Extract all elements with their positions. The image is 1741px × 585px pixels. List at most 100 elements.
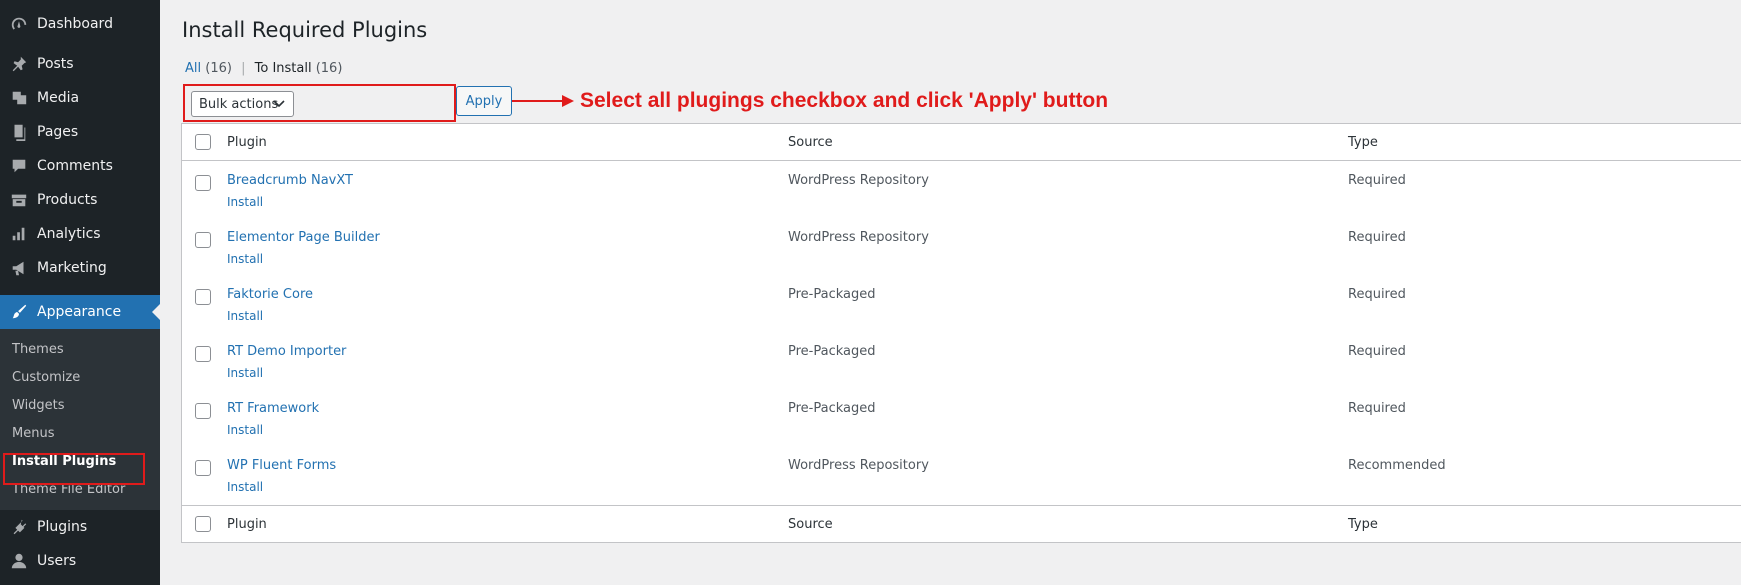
footer-source[interactable]: Source	[788, 517, 833, 532]
submenu-menus[interactable]: Menus	[0, 420, 160, 448]
plugin-icon	[9, 517, 29, 537]
menu-item-appearance[interactable]: Appearance	[0, 295, 160, 329]
menu-label: Appearance	[37, 304, 122, 320]
dashboard-icon	[9, 14, 29, 34]
filter-install-label: To Install	[254, 61, 312, 76]
bar-chart-icon	[9, 224, 29, 244]
plugin-source: WordPress Repository	[788, 230, 929, 245]
row-checkbox[interactable]	[195, 346, 211, 362]
plugins-table: Plugin Source Type Breadcrumb NavXT Inst…	[181, 123, 1741, 543]
plugin-name-link[interactable]: Faktorie Core	[227, 287, 313, 302]
pages-icon	[9, 122, 29, 142]
menu-item-marketing[interactable]: Marketing	[0, 251, 160, 285]
bulk-actions-value: Bulk actions	[199, 96, 279, 112]
submenu-widgets[interactable]: Widgets	[0, 392, 160, 420]
menu-item-analytics[interactable]: Analytics	[0, 217, 160, 251]
table-header: Plugin Source Type	[182, 124, 1741, 161]
header-plugin[interactable]: Plugin	[227, 135, 267, 150]
row-checkbox[interactable]	[195, 289, 211, 305]
table-body: Breadcrumb NavXT Install WordPress Repos…	[182, 161, 1741, 505]
plugin-name-link[interactable]: RT Framework	[227, 401, 319, 416]
submenu-install-plugins[interactable]: Install Plugins	[0, 448, 160, 476]
plugin-name-link[interactable]: Elementor Page Builder	[227, 230, 380, 245]
chevron-down-icon	[273, 100, 285, 108]
install-link[interactable]: Install	[227, 309, 263, 323]
plugin-source: WordPress Repository	[788, 173, 929, 188]
install-link[interactable]: Install	[227, 252, 263, 266]
megaphone-icon	[9, 258, 29, 278]
pin-icon	[9, 54, 29, 74]
user-icon	[9, 551, 29, 571]
table-row: Faktorie Core Install Pre-Packaged Requi…	[182, 277, 1741, 334]
table-row: RT Framework Install Pre-Packaged Requir…	[182, 391, 1741, 448]
select-all-checkbox-footer[interactable]	[195, 516, 211, 532]
footer-type[interactable]: Type	[1348, 517, 1378, 532]
install-link[interactable]: Install	[227, 195, 263, 209]
table-row: Breadcrumb NavXT Install WordPress Repos…	[182, 163, 1741, 220]
submenu-customize[interactable]: Customize	[0, 364, 160, 392]
menu-item-products[interactable]: Products	[0, 183, 160, 217]
menu-label: Posts	[37, 56, 74, 72]
bulk-actions-select[interactable]: Bulk actions	[191, 91, 294, 117]
menu-item-plugins[interactable]: Plugins	[0, 510, 160, 544]
filter-separator: |	[241, 61, 246, 76]
plugin-source: Pre-Packaged	[788, 287, 876, 302]
menu-item-comments[interactable]: Comments	[0, 149, 160, 183]
plugin-name-link[interactable]: Breadcrumb NavXT	[227, 173, 353, 188]
filter-all-link[interactable]: All	[185, 61, 201, 76]
row-checkbox[interactable]	[195, 232, 211, 248]
plugin-type: Required	[1348, 287, 1406, 302]
select-all-checkbox[interactable]	[195, 134, 211, 150]
menu-item-media[interactable]: Media	[0, 81, 160, 115]
plugin-source: WordPress Repository	[788, 458, 929, 473]
menu-label: Products	[37, 192, 98, 208]
annotation-instruction: Select all plugings checkbox and click '…	[580, 89, 1109, 112]
menu-label: Comments	[37, 158, 113, 174]
plugin-type: Required	[1348, 173, 1406, 188]
footer-plugin[interactable]: Plugin	[227, 517, 267, 532]
install-link[interactable]: Install	[227, 480, 263, 494]
menu-label: Dashboard	[37, 16, 113, 32]
menu-label: Users	[37, 553, 77, 569]
page-title: Install Required Plugins	[182, 18, 428, 42]
menu-label: Media	[37, 90, 80, 106]
menu-item-posts[interactable]: Posts	[0, 47, 160, 81]
menu-label: Marketing	[37, 260, 107, 276]
annotation-arrow-icon	[512, 95, 574, 107]
plugin-type: Required	[1348, 401, 1406, 416]
apply-button[interactable]: Apply	[456, 86, 512, 116]
table-row: RT Demo Importer Install Pre-Packaged Re…	[182, 334, 1741, 391]
header-source[interactable]: Source	[788, 135, 833, 150]
plugin-source: Pre-Packaged	[788, 344, 876, 359]
plugin-name-link[interactable]: RT Demo Importer	[227, 344, 346, 359]
admin-sidebar: Dashboard Posts Media Pages Comments Pro…	[0, 0, 160, 585]
row-checkbox[interactable]	[195, 175, 211, 191]
plugin-name-link[interactable]: WP Fluent Forms	[227, 458, 336, 473]
menu-item-dashboard[interactable]: Dashboard	[0, 7, 160, 41]
plugin-type: Recommended	[1348, 458, 1446, 473]
filter-install-count: (16)	[315, 61, 343, 76]
submenu-theme-file-editor[interactable]: Theme File Editor	[0, 476, 160, 504]
main-content: Install Required Plugins All (16) | To I…	[160, 0, 1741, 585]
filter-all-label: All	[185, 61, 202, 76]
menu-item-pages[interactable]: Pages	[0, 115, 160, 149]
header-type[interactable]: Type	[1348, 135, 1378, 150]
row-checkbox[interactable]	[195, 403, 211, 419]
row-checkbox[interactable]	[195, 460, 211, 476]
appearance-submenu: Themes Customize Widgets Menus Install P…	[0, 329, 160, 510]
install-link[interactable]: Install	[227, 423, 263, 437]
menu-label: Plugins	[37, 519, 88, 535]
table-row: Elementor Page Builder Install WordPress…	[182, 220, 1741, 277]
filter-to-install-link[interactable]: To Install	[255, 61, 312, 76]
menu-label: Pages	[37, 124, 79, 140]
plugin-type: Required	[1348, 230, 1406, 245]
plugin-source: Pre-Packaged	[788, 401, 876, 416]
menu-label: Analytics	[37, 226, 101, 242]
plugin-type: Required	[1348, 344, 1406, 359]
install-link[interactable]: Install	[227, 366, 263, 380]
plugin-filter-links: All (16) | To Install (16)	[185, 61, 342, 76]
submenu-themes[interactable]: Themes	[0, 336, 160, 364]
table-footer: Plugin Source Type	[182, 505, 1741, 542]
bulk-actions-highlight: Bulk actions	[183, 84, 456, 122]
menu-item-users[interactable]: Users	[0, 544, 160, 578]
